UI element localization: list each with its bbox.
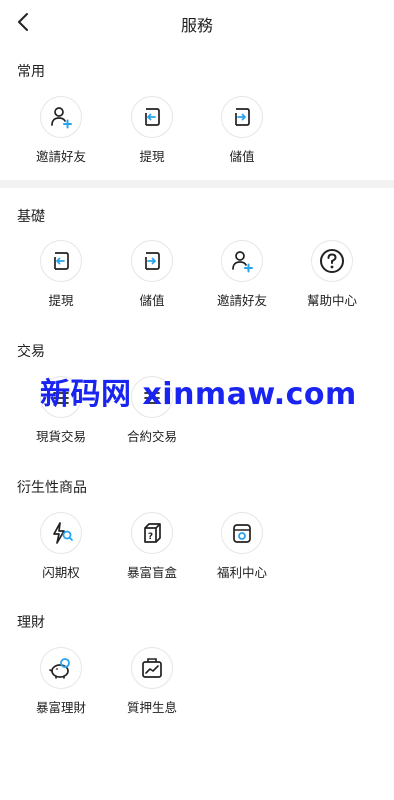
service-spot-trading[interactable]: 現貨交易 bbox=[16, 376, 106, 446]
section-title-derivatives: 衍生性商品 bbox=[17, 480, 87, 496]
service-label: 儲值 bbox=[229, 149, 255, 164]
section-title-basic: 基礎 bbox=[17, 209, 45, 225]
invite-friends-icon bbox=[221, 240, 263, 282]
service-welfare-center[interactable]: 福利中心 bbox=[197, 512, 287, 582]
service-label: 提現 bbox=[48, 293, 74, 308]
service-label: 福利中心 bbox=[216, 565, 267, 580]
service-deposit[interactable]: 儲值 bbox=[197, 96, 287, 166]
service-blind-box[interactable]: ? 暴富盲盒 bbox=[107, 512, 197, 582]
service-label: 暴富理財 bbox=[35, 700, 86, 715]
service-invite-friends[interactable]: 邀請好友 bbox=[197, 240, 287, 310]
withdraw-icon bbox=[131, 96, 173, 138]
service-label: 儲值 bbox=[139, 293, 165, 308]
service-withdraw[interactable]: 提現 bbox=[16, 240, 106, 310]
withdraw-icon bbox=[40, 240, 82, 282]
mystery-box-icon: ? bbox=[131, 512, 173, 554]
service-deposit[interactable]: 儲值 bbox=[107, 240, 197, 310]
section-title-trade: 交易 bbox=[17, 344, 45, 360]
service-wealth-management[interactable]: 暴富理財 bbox=[16, 647, 106, 717]
service-withdraw[interactable]: 提現 bbox=[107, 96, 197, 166]
service-label: 闪期权 bbox=[42, 565, 80, 580]
lightning-icon bbox=[40, 512, 82, 554]
section-title-finance: 理財 bbox=[17, 615, 45, 631]
service-label: 質押生息 bbox=[126, 700, 177, 715]
deposit-icon bbox=[131, 240, 173, 282]
invite-friends-icon bbox=[40, 96, 82, 138]
spot-trading-icon bbox=[40, 376, 82, 418]
service-flash-options[interactable]: 闪期权 bbox=[16, 512, 106, 582]
gift-bag-icon bbox=[221, 512, 263, 554]
piggy-bank-icon bbox=[40, 647, 82, 689]
service-label: 邀請好友 bbox=[216, 293, 267, 308]
svg-text:?: ? bbox=[148, 532, 153, 542]
page-title: 服務 bbox=[180, 16, 213, 35]
service-label: 幫助中心 bbox=[306, 293, 357, 308]
service-invite-friends[interactable]: 邀請好友 bbox=[16, 96, 106, 166]
service-label: 現貨交易 bbox=[35, 429, 86, 444]
service-label: 合約交易 bbox=[126, 429, 177, 444]
top-bar: 服務 bbox=[0, 0, 394, 46]
section-title-common: 常用 bbox=[17, 64, 45, 80]
deposit-icon bbox=[221, 96, 263, 138]
question-mark-icon bbox=[311, 240, 353, 282]
contract-trading-icon bbox=[131, 376, 173, 418]
section-divider bbox=[0, 180, 394, 188]
service-contract-trading[interactable]: 合約交易 bbox=[107, 376, 197, 446]
service-staking[interactable]: 質押生息 bbox=[107, 647, 197, 717]
service-label: 暴富盲盒 bbox=[126, 565, 177, 580]
service-label: 邀請好友 bbox=[35, 149, 86, 164]
service-help-center[interactable]: 幫助中心 bbox=[287, 240, 377, 310]
service-label: 提現 bbox=[139, 149, 165, 164]
staking-chart-icon bbox=[131, 647, 173, 689]
